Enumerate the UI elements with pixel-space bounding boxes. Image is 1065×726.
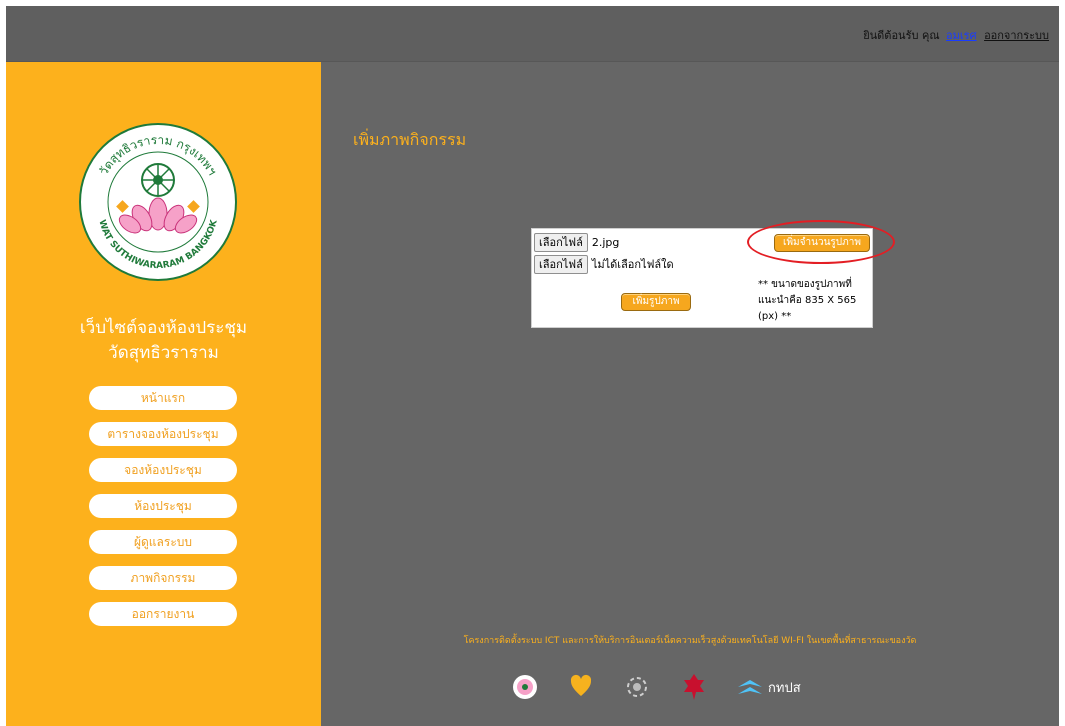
menu-item-book-room[interactable]: จองห้องประชุม [89,458,237,482]
welcome-area: ยินดีต้อนรับ คุณ อมเรศ ออกจากระบบ [863,26,1049,44]
file-name-1: 2.jpg [591,235,620,249]
ktps-label: กทปส [768,680,801,696]
garuda-logo-icon [682,672,706,702]
page-title: เพิ่มภาพกิจกรรม [353,130,467,149]
menu-item-activity-photos[interactable]: ภาพกิจกรรม [89,566,237,590]
footer-text: โครงการติดตั้งระบบ ICT และการให้บริการอิ… [463,636,917,646]
site-title-line1: เว็บไซต์จองห้องประชุม [79,318,248,338]
site-title-line2: วัดสุทธิวราราม [108,343,219,363]
file-name-2: ไม่ได้เลือกไฟล์ใด [591,258,674,271]
partner-logos: กทปส [512,670,833,704]
site-title: เว็บไซต์จองห้องประชุม วัดสุทธิวราราม [6,316,321,366]
menu-item-report[interactable]: ออกรายงาน [89,602,237,626]
red-circle-highlight [747,220,895,264]
file-row-2: เลือกไฟล์ ไม่ได้เลือกไฟล์ใด [534,254,674,274]
logout-link[interactable]: ออกจากระบบ [984,29,1049,42]
sidebar-menu: หน้าแรก ตารางจองห้องประชุม จองห้องประชุม… [89,386,239,638]
welcome-text: ยินดีต้อนรับ คุณ [863,29,940,42]
file-row-1: เลือกไฟล์ 2.jpg [534,232,619,252]
add-image-button[interactable]: เพิ่มรูปภาพ [621,293,691,311]
image-size-note: ** ขนาดของรูปภาพที่แนะนำคือ 835 X 565 (p… [758,279,857,322]
menu-item-rooms[interactable]: ห้องประชุม [89,494,237,518]
temple-logo: วัดสุทธิวราราม กรุงเทพฯ WAT SUTHIWARARAM… [79,123,237,281]
choose-file-button-1[interactable]: เลือกไฟล์ [534,232,588,252]
username-link[interactable]: อมเรศ [946,29,977,42]
menu-item-booking-table[interactable]: ตารางจองห้องประชุม [89,422,237,446]
top-bar: ยินดีต้อนรับ คุณ อมเรศ ออกจากระบบ [6,6,1059,62]
choose-file-button-2[interactable]: เลือกไฟล์ [534,254,588,274]
menu-item-admin[interactable]: ผู้ดูแลระบบ [89,530,237,554]
sidebar: วัดสุทธิวราราม กรุงเทพฯ WAT SUTHIWARARAM… [6,62,321,726]
ktps-logo-icon: กทปส [738,677,801,698]
page-frame: ยินดีต้อนรับ คุณ อมเรศ ออกจากระบบ วัดสุท… [6,6,1059,726]
swirl-logo-icon [624,674,650,700]
menu-item-home[interactable]: หน้าแรก [89,386,237,410]
temple-small-logo-icon [512,674,538,700]
heart-logo-icon [570,674,592,700]
